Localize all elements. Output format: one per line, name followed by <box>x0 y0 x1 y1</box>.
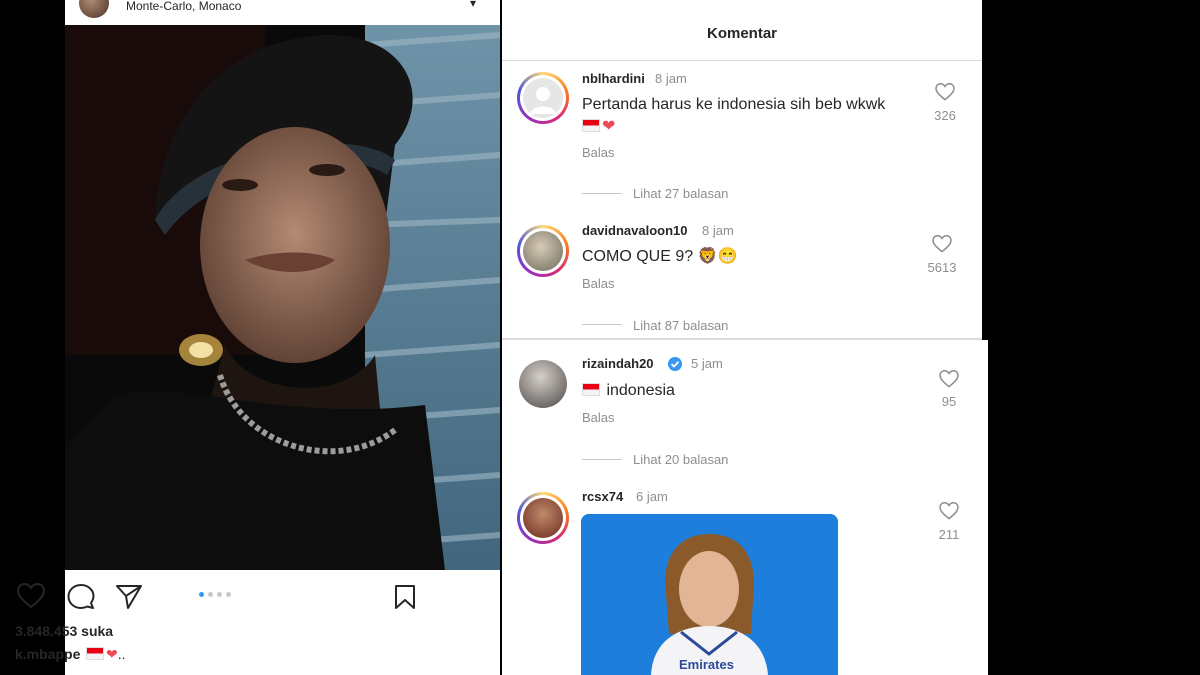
post-photo-illustration <box>65 25 500 570</box>
default-avatar-icon <box>523 78 563 118</box>
post-location[interactable]: Monte-Carlo, Monaco <box>126 0 241 13</box>
comment-text-body: indonesia <box>606 382 675 399</box>
carousel-dot <box>226 592 231 597</box>
view-replies-line <box>582 324 622 325</box>
carousel-dot <box>208 592 213 597</box>
comment-like-count: 326 <box>934 108 956 123</box>
profile-photo <box>523 231 563 271</box>
comment-time: 8 jam <box>655 71 687 86</box>
jersey-sponsor-text: Emirates <box>679 657 734 672</box>
comment-like-icon[interactable] <box>939 501 959 525</box>
commenter-avatar[interactable] <box>517 225 569 277</box>
comment-username[interactable]: rizaindah20 <box>582 356 654 371</box>
view-replies-button[interactable]: Lihat 27 balasan <box>633 186 728 201</box>
indonesia-flag-icon <box>582 119 600 132</box>
commenter-avatar[interactable] <box>517 72 569 124</box>
comments-panel: Komentar nblhardini 8 jam Pertanda harus… <box>502 0 982 340</box>
commenter-avatar[interactable] <box>519 360 567 408</box>
heart-icon[interactable] <box>17 583 45 609</box>
comment-like-count: 211 <box>938 527 960 542</box>
view-replies-line <box>582 459 622 460</box>
carousel-indicator <box>199 592 239 598</box>
comment-icon[interactable] <box>67 584 95 610</box>
comments-header: Komentar <box>502 0 982 61</box>
comment-text: indonesia <box>582 380 675 402</box>
comments-title: Komentar <box>706 25 777 42</box>
media-photo-illustration <box>581 514 838 675</box>
post-photo[interactable] <box>65 25 500 570</box>
comment-like-icon[interactable] <box>935 82 955 106</box>
comments-panel-continued: rizaindah20 5 jam indonesia Balas 95 Lih… <box>502 340 988 675</box>
comment-media-image[interactable]: Emirates <box>581 514 838 675</box>
comment-time: 6 jam <box>636 489 668 504</box>
bookmark-icon[interactable] <box>393 584 417 610</box>
comment-like-count: 95 <box>941 394 957 409</box>
comment-username[interactable]: nblhardini <box>582 71 645 86</box>
comment-text: COMO QUE 9? 🦁😁 <box>582 248 738 265</box>
reply-button[interactable]: Balas <box>582 410 615 425</box>
red-heart-icon: ❤ <box>602 118 616 135</box>
comment-username[interactable]: davidnavaloon10 <box>582 223 687 238</box>
verified-badge-icon <box>668 357 682 371</box>
comment-text-body: Pertanda harus ke indonesia sih beb wkwk <box>582 96 886 113</box>
indonesia-flag-icon <box>582 383 600 396</box>
comment-like-icon[interactable] <box>932 234 952 258</box>
comment-like-count: 5613 <box>927 260 957 275</box>
comment-time: 8 jam <box>702 223 734 238</box>
caption-ellipsis: .. <box>117 646 126 662</box>
reply-button[interactable]: Balas <box>582 276 615 291</box>
red-heart-icon: ❤ <box>106 646 118 662</box>
comment-like-icon[interactable] <box>939 369 959 393</box>
likes-count[interactable]: 3.848.453 suka <box>15 623 113 639</box>
post-header: Monte-Carlo, Monaco ▾ <box>65 0 500 25</box>
indonesia-flag-icon <box>86 647 104 660</box>
reply-button[interactable]: Balas <box>582 145 615 160</box>
carousel-dot-active <box>199 592 204 597</box>
profile-photo <box>523 498 563 538</box>
view-replies-button[interactable]: Lihat 20 balasan <box>633 452 728 467</box>
comment-time: 5 jam <box>691 356 723 371</box>
post-author-avatar[interactable] <box>79 0 109 18</box>
instagram-post: Monte-Carlo, Monaco ▾ <box>65 0 500 675</box>
carousel-dot <box>217 592 222 597</box>
caption-text: ❤.. <box>86 646 126 663</box>
view-replies-button[interactable]: Lihat 87 balasan <box>633 318 728 333</box>
comment-text: Pertanda harus ke indonesia sih beb wkwk… <box>582 94 917 138</box>
commenter-avatar[interactable] <box>517 492 569 544</box>
share-icon[interactable] <box>115 584 143 610</box>
more-options-icon[interactable]: ▾ <box>470 0 476 10</box>
view-replies-line <box>582 193 622 194</box>
caption-username[interactable]: k.mbappe <box>15 646 80 662</box>
comment-username[interactable]: rcsx74 <box>582 489 623 504</box>
